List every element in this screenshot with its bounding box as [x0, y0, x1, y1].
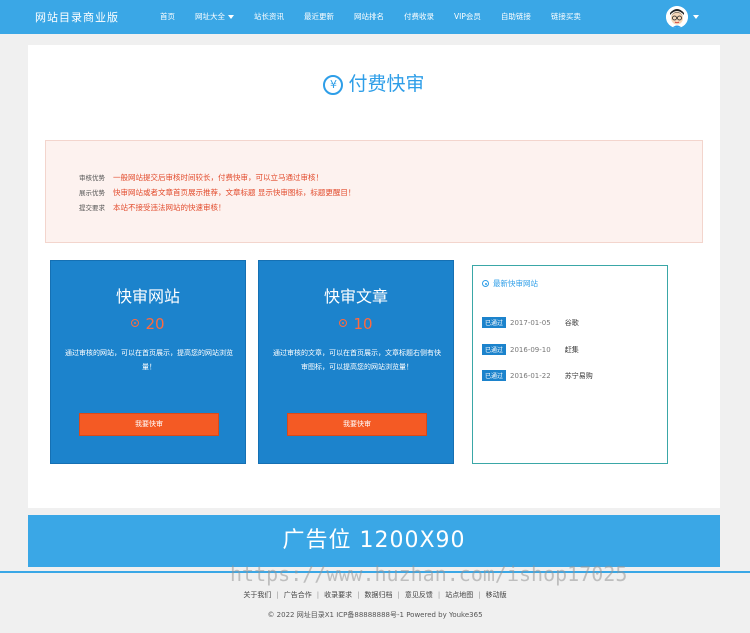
- page-title-text: 付费快审: [348, 73, 425, 95]
- list-item-date: 2016-09-10: [510, 346, 551, 354]
- list-item-name[interactable]: 苏宁易购: [565, 372, 593, 380]
- nav-self-link[interactable]: 自助链接: [491, 0, 541, 34]
- footer-link-mobile[interactable]: 移动版: [486, 591, 507, 599]
- separator: |: [316, 591, 320, 599]
- separator: |: [357, 591, 360, 599]
- card-fast-review-article: 快审文章 10 通过审核的文章，可以在首页展示，文章标题右侧有快审图标，可以提高…: [258, 260, 454, 464]
- card-fast-review-site: 快审网站 20 通过审核的网站，可以在首页展示，提高您的网站浏览量！ 我要快审: [50, 260, 246, 464]
- latest-list-title: 最新快审网站: [482, 278, 538, 289]
- nav-recent[interactable]: 最近更新: [294, 0, 344, 34]
- list-item[interactable]: 已通过 2016-01-22 苏宁易购: [482, 370, 593, 381]
- coin-icon: [339, 319, 348, 327]
- notice-row: 提交要求 本站不接受违法网站的快速审核！: [79, 202, 226, 213]
- site-logo[interactable]: 网站目录商业版: [35, 9, 119, 25]
- notice-label: 展示优势: [79, 189, 105, 197]
- footer-link-archive[interactable]: 数据归档: [365, 591, 393, 599]
- yen-icon: ¥: [323, 75, 344, 95]
- apply-fast-review-site-button[interactable]: 我要快审: [79, 413, 219, 436]
- nav-home[interactable]: 首页: [150, 0, 185, 34]
- bullet-icon: [482, 280, 489, 287]
- latest-fast-review-list: 最新快审网站 已通过 2017-01-05 谷歌 已通过 2016-09-10 赶集 已…: [472, 265, 668, 464]
- notice-row: 审核优势 一般网站提交后审核时间较长，付费快审，可以立马通过审核！: [79, 172, 323, 183]
- separator: |: [478, 591, 481, 599]
- notice-label: 提交要求: [79, 204, 105, 212]
- main-panel: ¥ 付费快审 审核优势 一般网站提交后审核时间较长，付费快审，可以立马通过审核！ 展…: [28, 45, 720, 508]
- user-avatar[interactable]: [666, 6, 688, 28]
- list-item-date: 2016-01-22: [510, 372, 551, 380]
- nav-news[interactable]: 站长资讯: [244, 0, 294, 34]
- card-description: 通过审核的文章，可以在首页展示，文章标题右侧有快审图标，可以提高您的网站浏览量！: [273, 349, 441, 371]
- list-item-name[interactable]: 赶集: [565, 346, 579, 354]
- ad-banner[interactable]: 广告位 1200X90: [28, 515, 720, 567]
- nav-ranking[interactable]: 网站排名: [344, 0, 394, 34]
- nav-directory-label: 网址大全: [195, 12, 225, 21]
- separator: |: [437, 591, 441, 599]
- status-badge: 已通过: [482, 370, 507, 381]
- footer-link-sitemap[interactable]: 站点地图: [445, 591, 473, 599]
- main-nav: 首页 网址大全 站长资讯 最近更新 网站排名 付费收录 VIP会员 自助链接 链…: [150, 0, 591, 34]
- footer-link-requirements[interactable]: 收录要求: [324, 591, 352, 599]
- notice-text: 快审网站或者文章首页展示推荐，文章标题 显示快审图标，标题更醒目！: [113, 188, 356, 197]
- nav-paid[interactable]: 付费收录: [394, 0, 444, 34]
- list-item-name[interactable]: 谷歌: [565, 319, 579, 327]
- latest-list-title-text: 最新快审网站: [493, 279, 538, 288]
- copyright: © 2022 网址目录X1 ICP备88888888号-1 Powered by…: [267, 611, 483, 619]
- card-price: 10: [259, 315, 453, 333]
- notice-label: 审核优势: [79, 174, 105, 182]
- footer-link-about[interactable]: 关于我们: [243, 591, 271, 599]
- divider: [0, 571, 750, 573]
- card-price-value: 20: [145, 315, 165, 333]
- separator: |: [397, 591, 400, 599]
- chevron-down-icon: [228, 15, 234, 19]
- separator: |: [276, 591, 279, 599]
- card-price-value: 10: [353, 315, 373, 333]
- list-item[interactable]: 已通过 2016-09-10 赶集: [482, 344, 579, 355]
- page-title: ¥ 付费快审: [28, 69, 720, 96]
- nav-vip[interactable]: VIP会员: [444, 0, 491, 34]
- card-description: 通过审核的网站，可以在首页展示，提高您的网站浏览量！: [65, 349, 233, 371]
- footer-links: 关于我们 | 广告合作 | 收录要求 | 数据归档 | 意见反馈 | 站点地图 | 移动版: [0, 590, 750, 600]
- card-title: 快审网站: [115, 287, 180, 306]
- list-item[interactable]: 已通过 2017-01-05 谷歌: [482, 317, 579, 328]
- notice-box: 审核优势 一般网站提交后审核时间较长，付费快审，可以立马通过审核！ 展示优势 快审网…: [45, 140, 703, 243]
- status-badge: 已通过: [482, 344, 507, 355]
- card-title: 快审文章: [323, 287, 388, 306]
- avatar-dropdown-icon[interactable]: [693, 15, 699, 19]
- notice-text: 本站不接受违法网站的快速审核！: [113, 203, 226, 212]
- nav-link-trade[interactable]: 链接买卖: [541, 0, 591, 34]
- list-item-date: 2017-01-05: [510, 319, 551, 327]
- footer-link-feedback[interactable]: 意见反馈: [405, 591, 433, 599]
- footer-link-ad[interactable]: 广告合作: [284, 591, 312, 599]
- notice-text: 一般网站提交后审核时间较长，付费快审，可以立马通过审核！: [113, 173, 323, 182]
- apply-fast-review-article-button[interactable]: 我要快审: [287, 413, 427, 436]
- coin-icon: [131, 319, 140, 327]
- card-price: 20: [51, 315, 245, 333]
- notice-row: 展示优势 快审网站或者文章首页展示推荐，文章标题 显示快审图标，标题更醒目！: [79, 187, 355, 198]
- nav-directory[interactable]: 网址大全: [185, 0, 244, 34]
- status-badge: 已通过: [482, 317, 507, 328]
- top-header: 网站目录商业版 首页 网址大全 站长资讯 最近更新 网站排名 付费收录 VIP会…: [0, 0, 750, 34]
